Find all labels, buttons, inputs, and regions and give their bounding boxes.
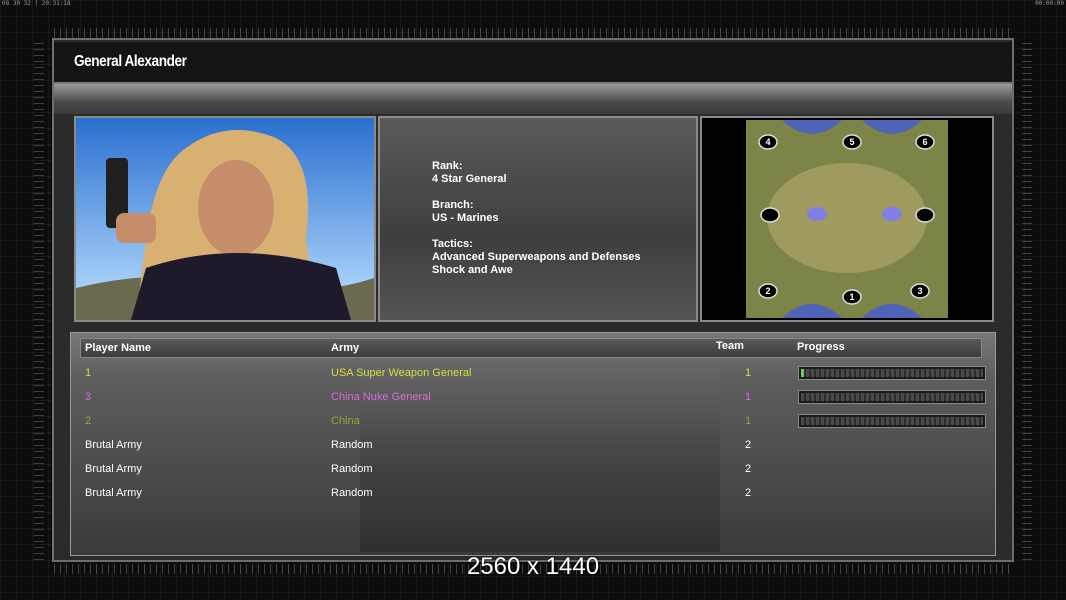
- hud-status-left: 08 30 32 | 20:31:18: [2, 0, 71, 7]
- title-bar: General Alexander: [54, 42, 1012, 84]
- tactics-line-2: Shock and Awe: [432, 264, 513, 276]
- player-team: 2: [745, 439, 752, 451]
- general-name: General Alexander: [74, 53, 187, 70]
- start-position-2: 2: [765, 286, 770, 296]
- tank-background-art: [360, 356, 720, 552]
- ruler-right: [1022, 40, 1032, 560]
- general-portrait: [74, 116, 376, 322]
- start-position-3: 3: [917, 286, 922, 296]
- portrait-image: [76, 118, 374, 320]
- player-team: 2: [745, 487, 752, 499]
- ruler-top: [54, 28, 1014, 38]
- progress-track: [801, 417, 983, 425]
- player-army: China Nuke General: [331, 391, 431, 403]
- progress-track: [801, 369, 983, 377]
- player-name: 2: [85, 415, 92, 427]
- decorative-band: [54, 84, 1012, 114]
- player-team: 1: [745, 415, 752, 427]
- player-name: Brutal Army: [85, 487, 142, 499]
- start-position-6: 6: [922, 137, 927, 147]
- column-team: Team: [716, 340, 744, 352]
- player-list-header: [80, 338, 982, 358]
- ruler-left: [34, 40, 44, 560]
- loading-progress-bar: [798, 366, 986, 380]
- player-army: Random: [331, 463, 373, 475]
- loading-progress-bar: [798, 390, 986, 404]
- rank-value: 4 Star General: [432, 173, 507, 185]
- column-progress: Progress: [797, 341, 845, 353]
- tactics-label: Tactics:: [432, 238, 473, 250]
- resolution-watermark: 2560 x 1440: [466, 553, 600, 580]
- branch-label: Branch:: [432, 199, 474, 211]
- player-army: Random: [331, 439, 373, 451]
- player-army: Random: [331, 487, 373, 499]
- player-name: 1: [85, 367, 92, 379]
- hud-clock: 00:00:00: [1035, 0, 1064, 7]
- general-info-panel: Rank: 4 Star General Branch: US - Marine…: [378, 116, 698, 322]
- player-name: Brutal Army: [85, 439, 142, 451]
- rank-label: Rank:: [432, 160, 463, 172]
- start-position-1: 1: [849, 292, 854, 302]
- player-name: Brutal Army: [85, 463, 142, 475]
- tactics-line-1: Advanced Superweapons and Defenses: [432, 251, 641, 263]
- map-preview: 4 5 6 2 1 3: [700, 116, 994, 322]
- branch-value: US - Marines: [432, 212, 499, 224]
- loading-progress-bar: [798, 414, 986, 428]
- player-team: 2: [745, 463, 752, 475]
- minimap-image: 4 5 6 2 1 3: [702, 118, 992, 320]
- progress-track: [801, 393, 983, 401]
- start-position-4: 4: [765, 137, 770, 147]
- player-team: 1: [745, 391, 752, 403]
- start-position-5: 5: [849, 137, 854, 147]
- column-player-name: Player Name: [85, 342, 152, 354]
- player-army: USA Super Weapon General: [331, 367, 472, 379]
- progress-fill: [801, 369, 804, 377]
- player-army: China: [331, 415, 360, 427]
- player-name: 3: [85, 391, 92, 403]
- column-army: Army: [331, 342, 360, 354]
- player-team: 1: [745, 367, 752, 379]
